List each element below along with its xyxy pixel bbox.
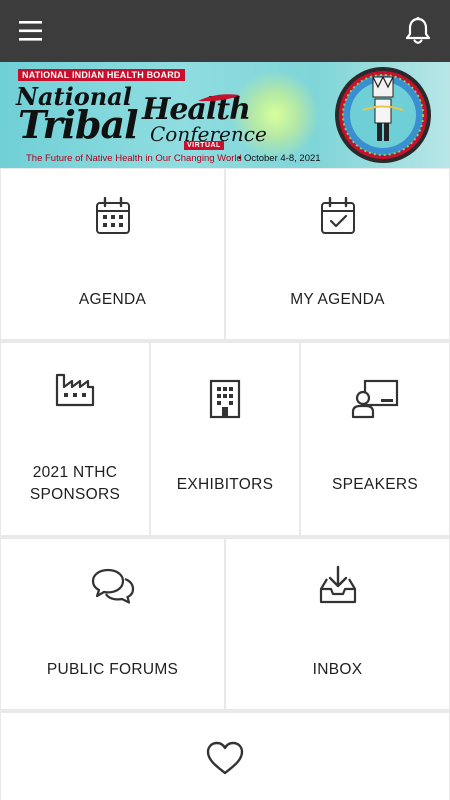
virtual-badge: VIRTUAL xyxy=(184,141,224,150)
tile-speakers[interactable]: SPEAKERS xyxy=(301,343,449,535)
tile-inbox[interactable]: INBOX xyxy=(226,539,449,709)
banner-dates: • October 4-8, 2021 xyxy=(238,153,321,164)
banner-title-tribal: Tribal xyxy=(18,102,139,147)
organization-label: NATIONAL INDIAN HEALTH BOARD xyxy=(18,69,185,81)
inbox-download-icon xyxy=(319,565,356,604)
tile-label: PUBLIC FORUMS xyxy=(46,661,179,678)
banner-tagline: The Future of Native Health in Our Chang… xyxy=(26,153,242,164)
heart-icon xyxy=(206,741,244,775)
building-icon xyxy=(209,379,241,419)
conference-banner[interactable]: NATIONAL INDIAN HEALTH BOARD National Tr… xyxy=(0,62,450,168)
tile-label: 2021 NTHC SPONSORS xyxy=(29,464,121,503)
presenter-board-icon xyxy=(351,379,399,419)
tile-label: SPEAKERS xyxy=(332,476,418,493)
tile-label: AGENDA xyxy=(78,291,147,308)
top-app-bar xyxy=(0,0,450,62)
tile-label: MY AGENDA xyxy=(290,291,385,308)
feather-icon xyxy=(198,94,240,102)
tile-favorites[interactable] xyxy=(1,713,449,800)
tile-my-agenda[interactable]: MY AGENDA xyxy=(226,169,449,339)
factory-icon xyxy=(55,373,95,407)
tile-label: EXHIBITORS xyxy=(176,476,274,493)
tile-public-forums[interactable]: PUBLIC FORUMS xyxy=(1,539,224,709)
hamburger-menu-icon[interactable] xyxy=(19,19,45,43)
tile-sponsors[interactable]: 2021 NTHC SPONSORS xyxy=(1,343,149,535)
calendar-icon xyxy=(95,197,130,234)
beaded-medallion-icon xyxy=(335,67,431,163)
tile-label: INBOX xyxy=(312,661,363,678)
calendar-check-icon xyxy=(320,197,355,234)
chat-bubbles-icon xyxy=(91,568,134,604)
tile-agenda[interactable]: AGENDA xyxy=(1,169,224,339)
bell-icon[interactable] xyxy=(404,16,432,46)
tile-exhibitors[interactable]: EXHIBITORS xyxy=(151,343,299,535)
